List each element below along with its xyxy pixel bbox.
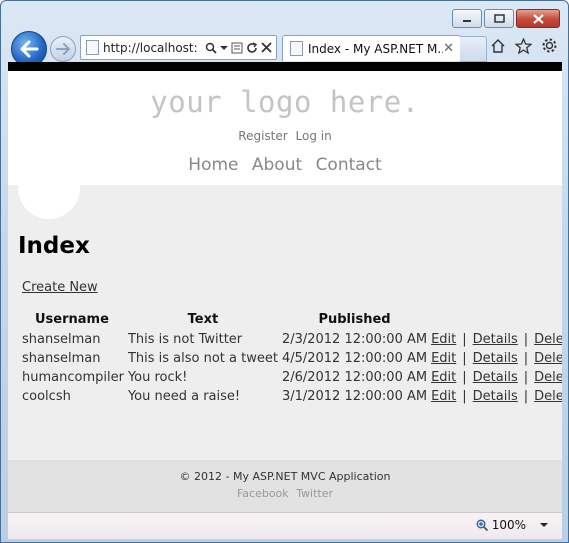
browser-toolbar-icons (490, 37, 558, 54)
zoom-control[interactable]: 100% (476, 518, 548, 532)
stop-icon[interactable] (261, 42, 272, 53)
delete-link[interactable]: Delete (534, 332, 562, 347)
facebook-link[interactable]: Facebook (237, 487, 289, 500)
site-logo[interactable]: your logo here. (8, 71, 562, 119)
table-row: shanselman This is also not a tweet 4/5/… (18, 349, 562, 368)
column-header-text: Text (187, 312, 219, 327)
address-bar[interactable]: http://localhost: (80, 35, 277, 60)
cell-text: This is also not a tweet (127, 351, 278, 366)
table-row: coolcsh You need a raise! 3/1/2012 12:00… (18, 387, 562, 406)
tab-index[interactable]: Index - My ASP.NET M... ✕ (282, 35, 461, 61)
compatibility-view-icon[interactable] (231, 42, 243, 54)
forward-button[interactable] (50, 36, 76, 62)
details-link[interactable]: Details (473, 351, 518, 366)
column-header-published: Published (318, 312, 391, 327)
dropdown-icon[interactable] (220, 45, 228, 51)
page-title: Index (18, 233, 90, 259)
cell-text: You rock! (127, 370, 188, 385)
site-top-bar (8, 62, 562, 71)
minimize-button[interactable] (452, 9, 482, 28)
page-icon (86, 40, 99, 55)
new-tab-button[interactable] (460, 36, 487, 62)
edit-link[interactable]: Edit (431, 389, 456, 404)
zoom-dropdown-icon[interactable] (540, 522, 548, 528)
gear-icon[interactable] (541, 37, 558, 54)
maximize-button[interactable] (484, 9, 514, 28)
close-window-button[interactable] (516, 9, 560, 28)
menu-item-home[interactable]: Home (188, 155, 238, 175)
site-footer: © 2012 - My ASP.NET MVC Application Face… (8, 460, 562, 512)
cell-published: 3/1/2012 12:00:00 AM (281, 389, 428, 404)
close-icon (532, 13, 544, 24)
tab-title: Index - My ASP.NET M... (308, 41, 444, 56)
status-bar: 100% (8, 512, 562, 539)
cell-published: 2/6/2012 12:00:00 AM (281, 370, 428, 385)
address-controls (205, 41, 276, 54)
home-icon[interactable] (490, 38, 506, 53)
cell-username: humancompiler (22, 370, 124, 385)
create-new-link[interactable]: Create New (22, 280, 98, 295)
tweets-table: Username Text Published shanselman This … (18, 312, 562, 406)
login-links: Register Log in (8, 129, 562, 143)
cell-published: 2/3/2012 12:00:00 AM (281, 332, 428, 347)
search-icon[interactable] (205, 42, 217, 54)
cell-text: This is not Twitter (127, 332, 243, 347)
delete-link[interactable]: Delete (534, 389, 562, 404)
back-arrow-icon (20, 40, 39, 58)
window-caption-buttons (452, 9, 560, 28)
login-link[interactable]: Log in (296, 129, 332, 143)
minimize-icon (463, 19, 471, 22)
forward-arrow-icon (56, 43, 70, 55)
refresh-icon[interactable] (246, 41, 258, 54)
details-link[interactable]: Details (473, 370, 518, 385)
cell-actions: Edit|Details|Delete (429, 368, 562, 387)
cell-username: shanselman (22, 351, 101, 366)
copyright-text: © 2012 - My ASP.NET MVC Application (179, 470, 391, 483)
details-link[interactable]: Details (473, 332, 518, 347)
cell-username: coolcsh (22, 389, 71, 404)
table-row: humancompiler You rock! 2/6/2012 12:00:0… (18, 368, 562, 387)
cell-username: shanselman (22, 332, 101, 347)
page-viewport: your logo here. Register Log in Home Abo… (8, 62, 562, 512)
cell-actions: Edit|Details|Delete (429, 387, 562, 406)
twitter-link[interactable]: Twitter (296, 487, 333, 500)
tab-close-icon[interactable]: ✕ (443, 41, 460, 56)
cell-text: You need a raise! (127, 389, 241, 404)
main-menu: Home About Contact (8, 155, 562, 175)
browser-window: http://localhost: Index - My ASP.NET M..… (0, 0, 569, 543)
delete-link[interactable]: Delete (534, 351, 562, 366)
table-row: shanselman This is not Twitter 2/3/2012 … (18, 330, 562, 349)
table-header-row: Username Text Published (18, 312, 562, 330)
cell-actions: Edit|Details|Delete (429, 349, 562, 368)
favorites-star-icon[interactable] (515, 37, 532, 54)
delete-link[interactable]: Delete (534, 370, 562, 385)
address-url[interactable]: http://localhost: (103, 41, 205, 55)
cell-actions: Edit|Details|Delete (429, 330, 562, 349)
zoom-icon (476, 519, 488, 531)
column-header-username: Username (35, 312, 109, 327)
main-content: Index Create New Username Text Published… (8, 233, 562, 406)
menu-item-about[interactable]: About (252, 155, 302, 175)
zoom-level: 100% (491, 518, 526, 532)
social-links: Facebook Twitter (8, 487, 562, 500)
details-link[interactable]: Details (473, 389, 518, 404)
maximize-icon (493, 14, 505, 23)
header-decoration (18, 179, 80, 219)
site-header: your logo here. Register Log in Home Abo… (8, 71, 562, 219)
register-link[interactable]: Register (238, 129, 287, 143)
edit-link[interactable]: Edit (431, 370, 456, 385)
column-header-actions (429, 312, 562, 330)
tab-page-icon (290, 41, 303, 56)
menu-item-contact[interactable]: Contact (316, 155, 382, 175)
cell-published: 4/5/2012 12:00:00 AM (281, 351, 428, 366)
edit-link[interactable]: Edit (431, 351, 456, 366)
edit-link[interactable]: Edit (431, 332, 456, 347)
